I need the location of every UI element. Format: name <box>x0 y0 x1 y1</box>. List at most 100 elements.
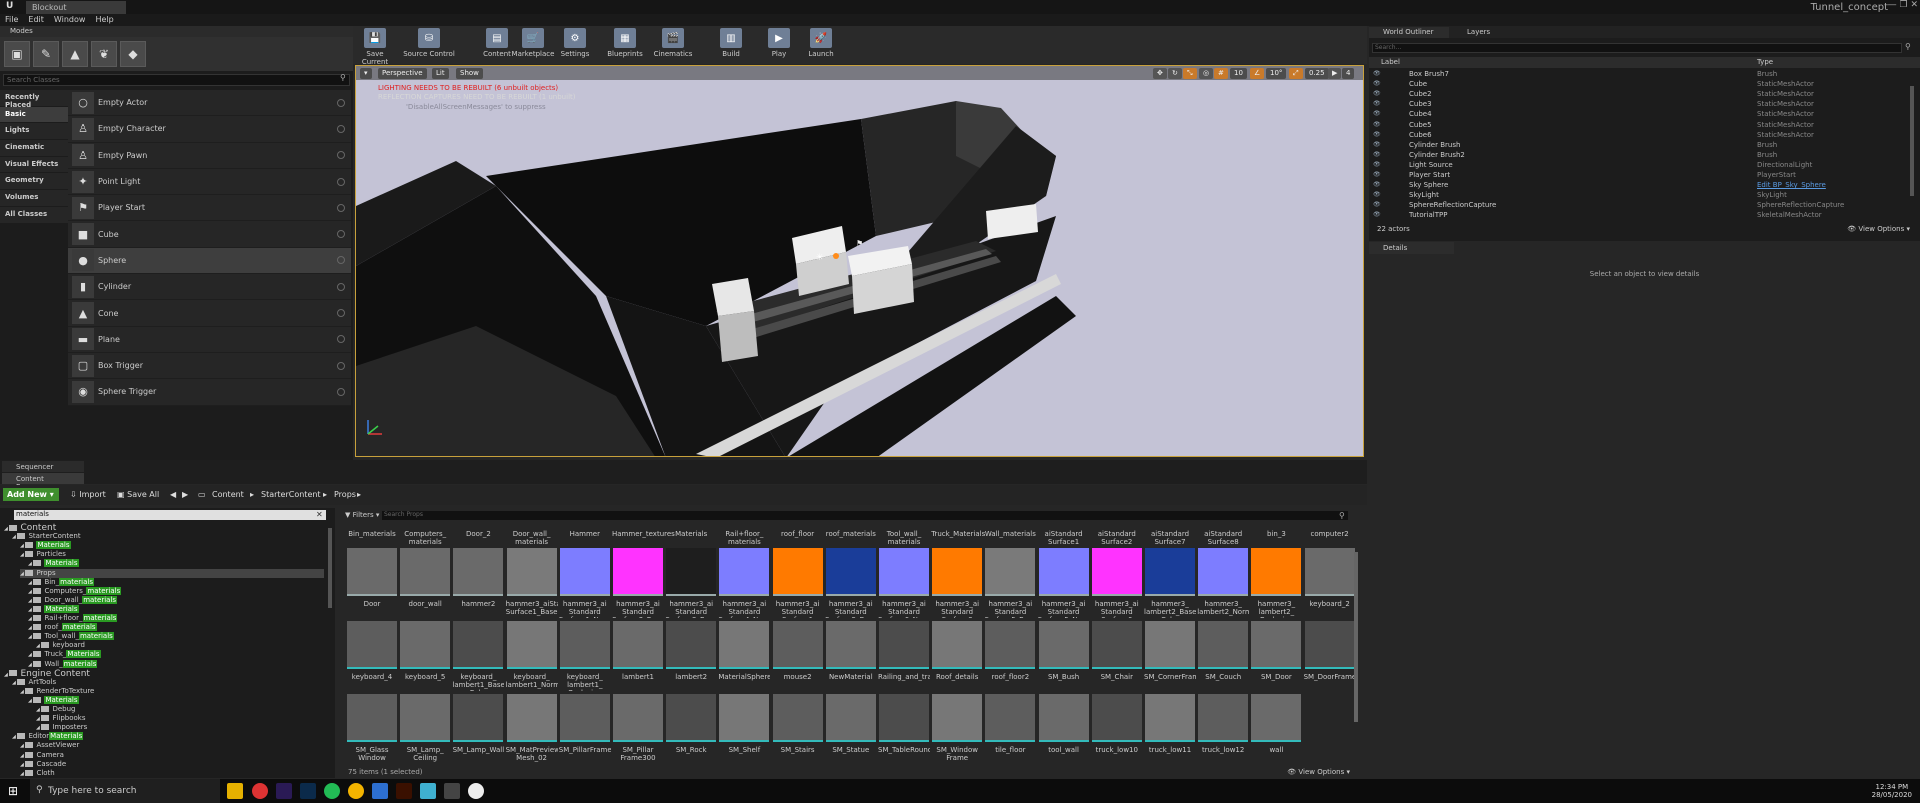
tree-folder[interactable]: ◢ Props <box>20 568 324 578</box>
outliner-row[interactable]: 👁 Cylinder Brush2 Brush <box>1369 151 1920 161</box>
illustrator-icon[interactable] <box>396 783 412 799</box>
system-clock[interactable]: 12:34 PM 28/05/2020 <box>1872 783 1912 799</box>
visibility-icon[interactable]: 👁 <box>1373 181 1381 188</box>
asset-thumbnail[interactable] <box>1091 621 1142 669</box>
tree-folder[interactable]: ◢ Materials <box>28 604 79 614</box>
category-4[interactable]: Visual Effects <box>0 156 68 174</box>
placeable-item[interactable]: ▮ Cylinder <box>68 274 351 301</box>
asset-thumbnail[interactable] <box>932 621 983 669</box>
visibility-icon[interactable]: 👁 <box>1373 121 1381 128</box>
actor-type[interactable]: Edit BP_Sky_Sphere <box>1757 181 1826 189</box>
toolbar-button-6[interactable]: 🎬 Cinematics <box>651 28 695 62</box>
outliner-row[interactable]: 👁 Cube StaticMeshActor <box>1369 80 1920 90</box>
asset-thumbnail[interactable] <box>1038 548 1089 596</box>
taskbar-search-input[interactable]: Type here to search <box>30 779 220 803</box>
tab-content-browser[interactable]: Content Browser <box>2 473 84 491</box>
app-icon[interactable] <box>372 783 388 799</box>
place-mode-icon[interactable]: ▣ <box>4 41 30 67</box>
tree-folder[interactable]: ◢ StarterContent <box>12 532 81 541</box>
lit-button[interactable]: Lit <box>432 68 449 79</box>
grid-snap-icon[interactable]: # <box>1214 68 1228 79</box>
tree-scrollbar[interactable] <box>328 528 332 608</box>
spotify-icon[interactable] <box>324 783 340 799</box>
toolbar-button-0[interactable]: 💾 Save Current <box>353 28 397 66</box>
asset-thumbnail[interactable] <box>932 548 983 596</box>
scale-snap-icon[interactable]: ⤢ <box>1289 68 1303 79</box>
category-0[interactable]: Recently Placed <box>0 90 68 109</box>
type-column-header[interactable]: Type <box>1757 58 1773 66</box>
asset-thumbnail[interactable] <box>613 621 663 669</box>
asset-search-input[interactable]: Search Props <box>382 511 1348 520</box>
placeable-item[interactable]: ■ Cube <box>68 221 351 248</box>
search-classes-input[interactable]: Search Classes <box>3 74 350 86</box>
category-6[interactable]: Volumes <box>0 190 68 207</box>
help-icon[interactable] <box>337 256 345 265</box>
outliner-row[interactable]: 👁 Cube4 StaticMeshActor <box>1369 110 1920 120</box>
asset-thumbnail[interactable] <box>879 548 929 596</box>
asset-thumbnail[interactable] <box>1304 548 1355 596</box>
tree-folder[interactable]: ◢ Imposters <box>36 723 87 732</box>
tree-folder[interactable]: ◢ AssetViewer <box>20 741 79 750</box>
outliner-row[interactable]: 👁 Player Start PlayerStart <box>1369 171 1920 181</box>
visibility-icon[interactable]: 👁 <box>1373 151 1381 158</box>
visibility-icon[interactable]: 👁 <box>1373 191 1381 198</box>
app-icon[interactable] <box>444 783 460 799</box>
asset-thumbnail[interactable] <box>506 694 557 742</box>
toolbar-button-9[interactable]: 🚀 Launch <box>799 28 843 62</box>
asset-view-options[interactable]: 👁 View Options ▾ <box>1287 768 1350 776</box>
maya-icon[interactable] <box>420 783 436 799</box>
placeable-item[interactable]: ▲ Cone <box>68 300 351 327</box>
help-icon[interactable] <box>337 151 345 160</box>
placeable-item[interactable]: ▢ Box Trigger <box>68 352 351 380</box>
asset-thumbnail[interactable] <box>347 621 397 669</box>
help-icon[interactable] <box>337 309 345 318</box>
landscape-mode-icon[interactable]: ▲ <box>62 41 88 67</box>
outliner-row[interactable]: 👁 Cube3 StaticMeshActor <box>1369 100 1920 110</box>
show-button[interactable]: Show <box>456 68 483 79</box>
outliner-row[interactable]: 👁 SphereReflectionCapture SphereReflection… <box>1369 201 1920 211</box>
help-icon[interactable] <box>337 230 345 239</box>
visibility-icon[interactable]: 👁 <box>1373 70 1381 77</box>
grid-snap-value[interactable]: 10 <box>1230 68 1247 79</box>
asset-thumbnail[interactable] <box>1038 694 1089 742</box>
tree-folder[interactable]: ◢ EditorMaterials <box>12 732 84 741</box>
tree-folder[interactable]: ◢ ArtTools <box>12 678 56 687</box>
asset-thumbnail[interactable] <box>559 548 610 596</box>
asset-thumbnail[interactable] <box>1038 621 1089 669</box>
viewport-menu-button[interactable]: ▾ <box>360 68 372 79</box>
visibility-icon[interactable]: 👁 <box>1373 80 1381 87</box>
tree-folder[interactable]: ◢ Materials <box>28 559 79 568</box>
asset-thumbnail[interactable] <box>1198 548 1249 596</box>
placeable-item[interactable]: ● Sphere <box>68 247 351 275</box>
asset-thumbnail[interactable] <box>772 621 823 669</box>
placeable-item[interactable]: ⚑ Player Start <box>68 195 351 222</box>
asset-thumbnail[interactable] <box>453 548 504 596</box>
asset-thumbnail[interactable] <box>347 548 397 596</box>
asset-thumbnail[interactable] <box>825 548 876 596</box>
asset-thumbnail[interactable] <box>559 621 610 669</box>
asset-thumbnail[interactable] <box>400 548 451 596</box>
tree-folder[interactable]: ◢ Tool_wall_materials <box>28 632 114 641</box>
asset-scrollbar[interactable] <box>1354 552 1358 722</box>
app-icon[interactable] <box>252 783 268 799</box>
help-icon[interactable] <box>337 203 345 212</box>
visibility-icon[interactable]: 👁 <box>1373 90 1381 97</box>
asset-thumbnail[interactable] <box>1091 548 1142 596</box>
level-viewport[interactable]: ✳ ⚑ ▾ Perspective Lit Show ✥ ↻ ⤡ ◎ # 10 … <box>355 65 1364 457</box>
placeable-item[interactable]: ♙ Empty Character <box>68 116 351 143</box>
asset-thumbnail[interactable] <box>985 694 1036 742</box>
perspective-button[interactable]: Perspective <box>378 68 427 79</box>
placeable-item[interactable]: ◉ Sphere Trigger <box>68 379 351 406</box>
menu-edit[interactable]: Edit <box>23 14 49 25</box>
asset-thumbnail[interactable] <box>453 694 504 742</box>
scale-snap-value[interactable]: 0.25 <box>1305 68 1329 79</box>
paint-mode-icon[interactable]: ✎ <box>33 41 59 67</box>
scale-icon[interactable]: ⤡ <box>1183 68 1197 79</box>
placeable-item[interactable]: ▬ Plane <box>68 326 351 353</box>
visibility-icon[interactable]: 👁 <box>1373 211 1381 218</box>
chrome-icon[interactable] <box>348 783 364 799</box>
toolbar-button-4[interactable]: ⚙ Settings <box>553 28 597 62</box>
visibility-icon[interactable]: 👁 <box>1373 100 1381 107</box>
camera-speed-icon[interactable]: ▶ <box>1328 68 1342 79</box>
label-column-header[interactable]: Label <box>1381 58 1400 66</box>
